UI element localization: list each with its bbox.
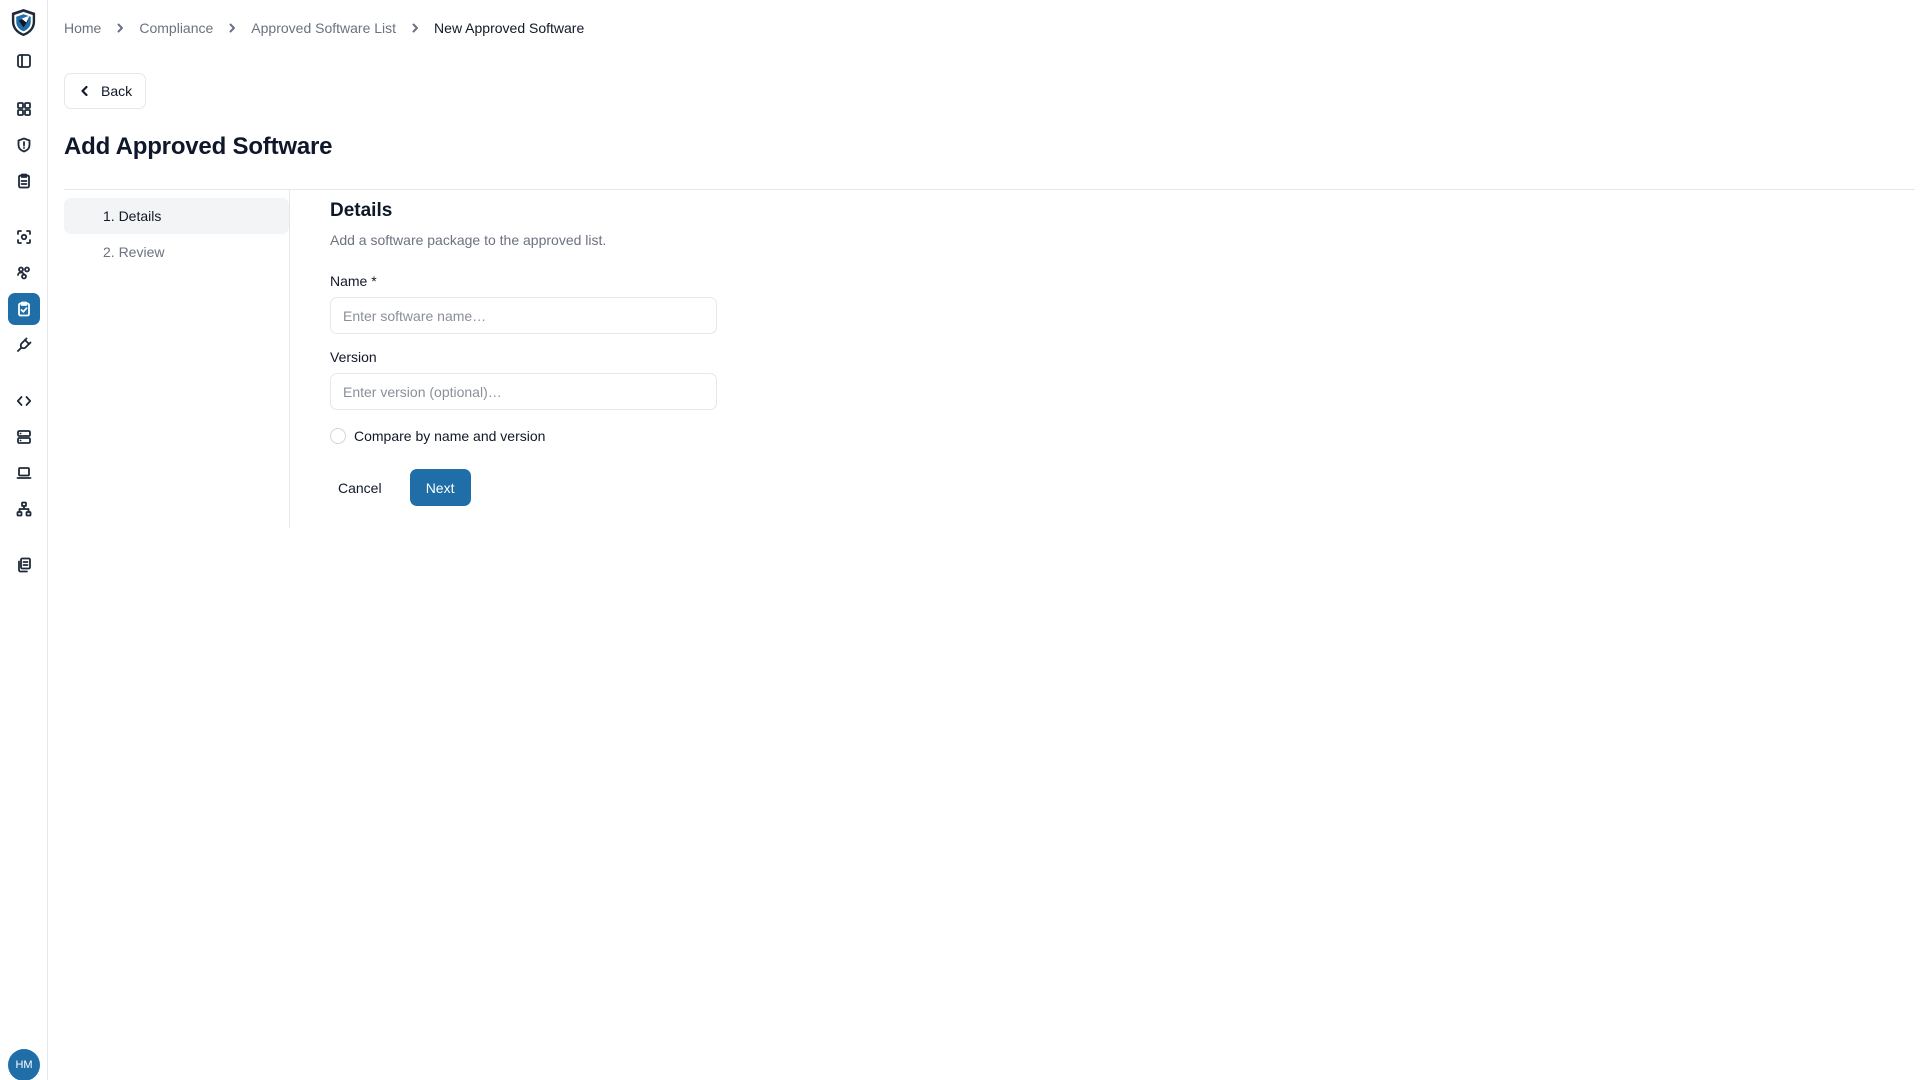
sidebar: HM — [0, 0, 48, 1080]
server-icon[interactable] — [8, 421, 40, 453]
page-title: Add Approved Software — [64, 133, 333, 160]
clipboard-icon[interactable] — [8, 165, 40, 197]
form-actions: Cancel Next — [330, 469, 730, 506]
back-button-label: Back — [101, 83, 133, 99]
step-review[interactable]: 2. Review — [64, 234, 289, 270]
name-input[interactable] — [330, 297, 717, 334]
header-divider — [64, 189, 1915, 190]
form-subtitle: Add a software package to the approved l… — [330, 232, 607, 248]
form-title: Details — [330, 200, 393, 221]
breadcrumb-home[interactable]: Home — [64, 20, 101, 36]
compare-checkbox[interactable] — [330, 428, 346, 444]
scan-icon[interactable] — [8, 221, 40, 253]
wizard-steps: 1. Details 2. Review — [64, 190, 290, 528]
cancel-button[interactable]: Cancel — [330, 469, 390, 506]
details-form: Details Add a software package to the ap… — [330, 200, 730, 506]
shield-icon[interactable] — [8, 129, 40, 161]
breadcrumb-current: New Approved Software — [434, 20, 585, 36]
code-icon[interactable] — [8, 385, 40, 417]
users-icon[interactable] — [8, 257, 40, 289]
compare-checkbox-label: Compare by name and version — [354, 428, 546, 444]
chevron-left-icon — [81, 85, 88, 97]
network-icon[interactable] — [8, 493, 40, 525]
breadcrumb-approved-software-list[interactable]: Approved Software List — [251, 20, 396, 36]
laptop-icon[interactable] — [8, 457, 40, 489]
user-avatar[interactable]: HM — [8, 1049, 40, 1080]
back-button[interactable]: Back — [64, 73, 146, 109]
breadcrumb: Home Compliance Approved Software List N… — [64, 19, 584, 37]
chevron-right-icon — [114, 22, 126, 34]
dashboard-grid-icon[interactable] — [8, 93, 40, 125]
shield-logo-icon[interactable] — [8, 7, 39, 38]
breadcrumb-compliance[interactable]: Compliance — [139, 20, 213, 36]
name-label: Name * — [330, 273, 377, 289]
version-input[interactable] — [330, 373, 717, 410]
clipboard-check-icon[interactable] — [8, 293, 40, 325]
chevron-right-icon — [226, 22, 238, 34]
step-details[interactable]: 1. Details — [64, 198, 289, 234]
version-label: Version — [330, 349, 377, 365]
documents-icon[interactable] — [8, 549, 40, 581]
next-button[interactable]: Next — [409, 469, 471, 506]
plug-icon[interactable] — [8, 329, 40, 361]
chevron-right-icon — [409, 22, 421, 34]
panel-toggle-icon[interactable] — [8, 45, 40, 77]
compare-option[interactable]: Compare by name and version — [330, 427, 730, 445]
